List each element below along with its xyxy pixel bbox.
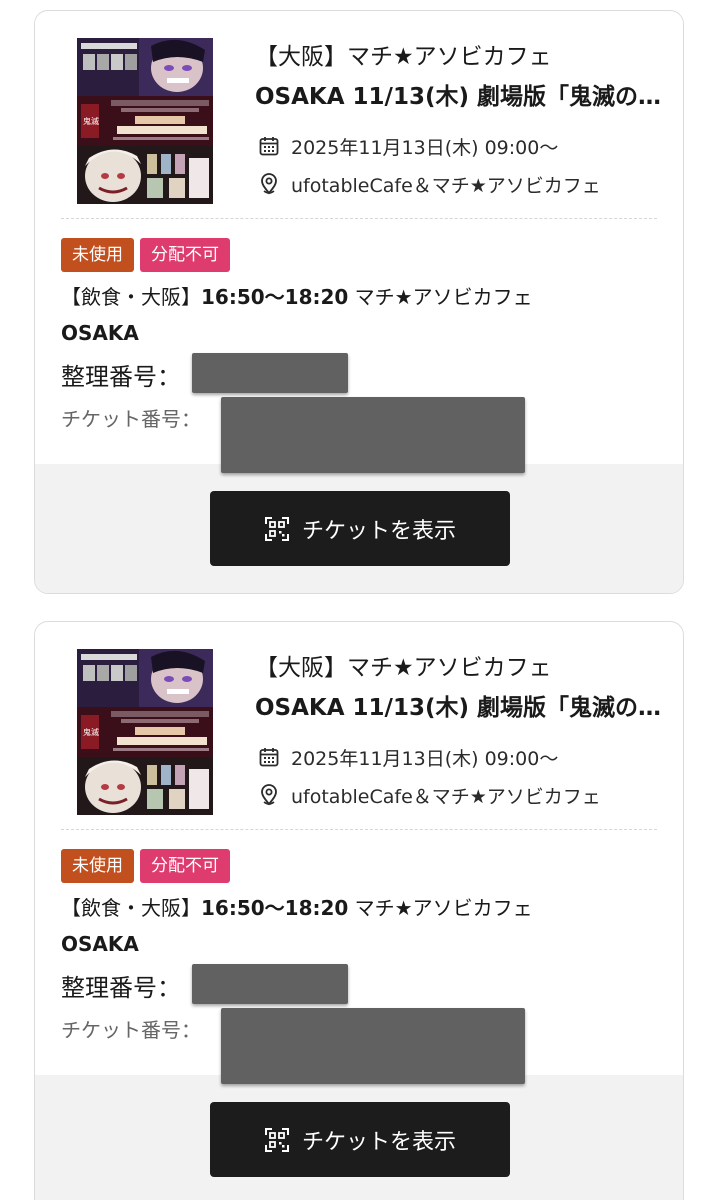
calendar-icon [257, 134, 281, 158]
ticket-category: 【飲食・大阪】 [61, 285, 201, 309]
card-divider [61, 218, 657, 219]
location-pin-icon [257, 783, 281, 807]
ticket-detail: 【飲食・大阪】16:50～18:20 マチ★アソビカフェ OSAKA [61, 279, 621, 351]
seat-number-redaction [192, 353, 348, 393]
ticket-list: 鬼滅 【大阪】マチ★アソビカフェ OSAKA 11/13(木) 劇場版「鬼滅の刃… [0, 0, 720, 1200]
ticket-time: 16:50～18:20 [201, 285, 349, 309]
event-title[interactable]: 【大阪】マチ★アソビカフェ OSAKA 11/13(木) 劇場版「鬼滅の刃」無限… [255, 648, 665, 728]
event-thumbnail: 鬼滅 [77, 38, 213, 204]
qr-code-icon [264, 1127, 290, 1153]
svg-text:鬼滅: 鬼滅 [83, 116, 99, 126]
transfer-badge: 分配不可 [140, 238, 230, 272]
ticket-card[interactable]: 鬼滅 【大阪】マチ★アソビカフェ OSAKA 11/13(木) 劇場版「鬼滅の刃… [34, 10, 684, 594]
show-ticket-label: チケットを表示 [301, 1129, 456, 1155]
transfer-badge: 分配不可 [140, 849, 230, 883]
event-venue: ufotableCafe＆マチ★アソビカフェ [291, 174, 601, 197]
event-date-row: 2025年11月13日(木) 09:00～ [257, 742, 657, 772]
event-title[interactable]: 【大阪】マチ★アソビカフェ OSAKA 11/13(木) 劇場版「鬼滅の刃」無限… [255, 37, 665, 117]
ticket-venue-city: OSAKA [61, 321, 139, 345]
ticket-card[interactable]: 鬼滅 【大阪】マチ★アソビカフェ OSAKA 11/13(木) 劇場版「鬼滅の刃… [34, 621, 684, 1200]
card-divider [61, 829, 657, 830]
status-badge: 未使用 [61, 849, 134, 883]
event-venue-row: ufotableCafe＆マチ★アソビカフェ [257, 169, 657, 199]
status-badge: 未使用 [61, 238, 134, 272]
event-venue-row: ufotableCafe＆マチ★アソビカフェ [257, 780, 657, 810]
ticket-detail: 【飲食・大阪】16:50～18:20 マチ★アソビカフェ OSAKA [61, 890, 621, 962]
seat-number-redaction [192, 964, 348, 1004]
event-date-row: 2025年11月13日(木) 09:00～ [257, 131, 657, 161]
event-thumbnail: 鬼滅 [77, 649, 213, 815]
badge-group: 未使用 分配不可 [61, 849, 230, 883]
show-ticket-label: チケットを表示 [301, 518, 456, 544]
show-ticket-button[interactable]: チケットを表示 [210, 491, 510, 566]
badge-group: 未使用 分配不可 [61, 238, 230, 272]
ticket-time: 16:50～18:20 [201, 896, 349, 920]
svg-text:鬼滅: 鬼滅 [83, 727, 99, 737]
ticket-number-label: チケット番号： [61, 1018, 201, 1042]
ticket-number-label: チケット番号： [61, 407, 201, 431]
event-title-line1: 【大阪】マチ★アソビカフェ [255, 44, 552, 70]
seat-number-label: 整理番号： [61, 363, 181, 391]
ticket-number-redaction [221, 397, 525, 473]
ticket-category: 【飲食・大阪】 [61, 896, 201, 920]
event-venue: ufotableCafe＆マチ★アソビカフェ [291, 785, 601, 808]
event-date: 2025年11月13日(木) 09:00～ [291, 136, 559, 159]
ticket-venue-name: マチ★アソビカフェ [348, 896, 533, 920]
seat-number-label: 整理番号： [61, 974, 181, 1002]
event-title-line2: OSAKA 11/13(木) 劇場版「鬼滅の刃」無限城編 [255, 695, 665, 721]
ticket-venue-city: OSAKA [61, 932, 139, 956]
event-date: 2025年11月13日(木) 09:00～ [291, 747, 559, 770]
location-pin-icon [257, 172, 281, 196]
event-title-line1: 【大阪】マチ★アソビカフェ [255, 655, 552, 681]
show-ticket-button[interactable]: チケットを表示 [210, 1102, 510, 1177]
ticket-number-redaction [221, 1008, 525, 1084]
qr-code-icon [264, 516, 290, 542]
calendar-icon [257, 745, 281, 769]
event-title-line2: OSAKA 11/13(木) 劇場版「鬼滅の刃」無限城編 [255, 84, 665, 110]
ticket-venue-name: マチ★アソビカフェ [348, 285, 533, 309]
